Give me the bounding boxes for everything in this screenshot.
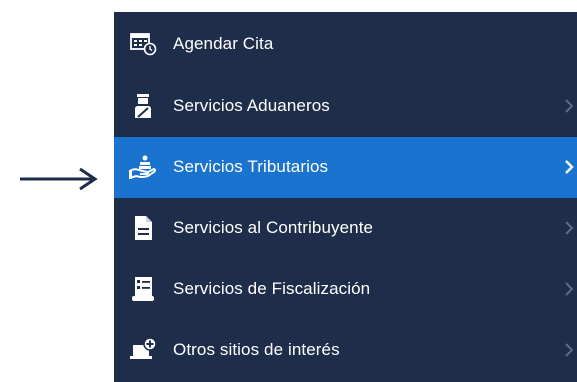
chevron-right-icon <box>563 220 575 236</box>
laptop-add-icon <box>128 337 158 363</box>
chevron-right-icon <box>563 281 575 297</box>
menu-item-servicios-tributarios[interactable]: Servicios Tributarios <box>114 137 577 198</box>
menu-item-agendar-cita[interactable]: Agendar Cita <box>114 12 577 76</box>
calendar-clock-icon <box>128 31 158 57</box>
chevron-right-icon <box>563 159 575 175</box>
chevron-right-icon <box>563 342 575 358</box>
menu-item-label: Otros sitios de interés <box>173 340 340 359</box>
hand-coins-icon <box>128 154 158 180</box>
menu-item-label: Servicios Tributarios <box>173 157 329 176</box>
side-menu: Agendar Cita Servicios Aduaneros Servici… <box>114 12 577 382</box>
page: Agendar Cita Servicios Aduaneros Servici… <box>0 0 577 382</box>
menu-item-servicios-de-fiscalizacion[interactable]: Servicios de Fiscalización <box>114 259 577 320</box>
menu-item-servicios-al-contribuyente[interactable]: Servicios al Contribuyente <box>114 198 577 259</box>
menu-item-otros-sitios-de-interes[interactable]: Otros sitios de interés <box>114 320 577 381</box>
menu-item-label: Servicios Aduaneros <box>173 96 330 115</box>
menu-item-label: Agendar Cita <box>173 33 274 53</box>
pointer-arrow-icon <box>20 167 98 191</box>
customs-officer-icon <box>128 93 158 119</box>
menu-item-label: Servicios al Contribuyente <box>173 218 374 237</box>
document-icon <box>128 215 158 241</box>
menu-item-servicios-aduaneros[interactable]: Servicios Aduaneros <box>114 76 577 137</box>
chevron-right-icon <box>563 98 575 114</box>
menu-item-label: Servicios de Fiscalización <box>173 279 371 298</box>
checklist-scroll-icon <box>128 276 158 302</box>
